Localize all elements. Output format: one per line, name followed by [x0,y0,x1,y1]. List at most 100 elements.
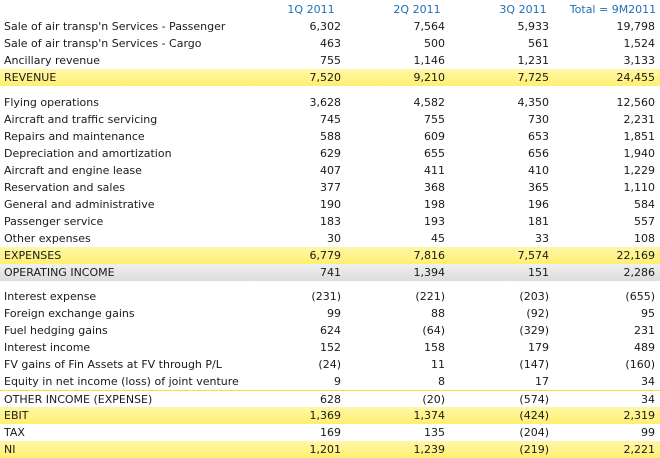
cell-3q-2011: 17 [535,375,549,388]
row-label: Interest income [4,341,91,354]
cell-total-9m2011: 2,231 [623,113,656,126]
cell-total-9m2011: 12,560 [616,96,656,109]
cell-total-9m2011: 584 [634,198,655,211]
row-label: Repairs and maintenance [4,130,145,143]
cell-1q-2011: 7,520 [309,71,342,84]
cell-2q-2011: 7,564 [413,20,446,33]
row-label: Passenger service [4,215,104,228]
cell-total-9m2011: (655) [625,290,655,303]
row-label: Aircraft and traffic servicing [4,113,158,126]
cell-3q-2011: 7,574 [517,249,550,262]
cell-1q-2011: 6,302 [309,20,342,33]
cell-2q-2011: 158 [424,341,445,354]
table-row-depreciation-and-amortization: Depreciation and amortization 629 655 656 1,… [0,145,660,162]
table-row-ni: NI 1,201 1,239 (219) 2,221 [0,441,660,458]
header-row: 1Q 2011 2Q 2011 3Q 2011 Total = 9M2011 [0,1,660,18]
cell-3q-2011: 1,231 [517,54,550,67]
cell-1q-2011: 1,201 [309,443,342,456]
cell-1q-2011: 183 [320,215,341,228]
cell-total-9m2011: 2,319 [623,409,656,422]
cell-1q-2011: 30 [327,232,341,245]
row-label: Sale of air transp'n Services - Cargo [4,37,202,50]
cell-3q-2011: 5,933 [517,20,550,33]
cell-total-9m2011: 489 [634,341,655,354]
table-row-reservation-and-sales: Reservation and sales 377 368 365 1,110 [0,179,660,196]
cell-total-9m2011: 24,455 [616,71,656,84]
cell-2q-2011: 755 [424,113,445,126]
cell-2q-2011: 9,210 [413,71,446,84]
row-label: Equity in net income (loss) of joint ven… [4,375,239,388]
cell-2q-2011: 1,239 [413,443,446,456]
cell-total-9m2011: 1,229 [623,164,656,177]
cell-3q-2011: 365 [528,181,549,194]
cell-2q-2011: 609 [424,130,445,143]
cell-2q-2011: (221) [415,290,445,303]
cell-2q-2011: 368 [424,181,445,194]
table-row-foreign-exchange-gains: Foreign exchange gains 99 88 (92) 95 [0,305,660,322]
cell-3q-2011: (219) [519,443,549,456]
cell-2q-2011: 1,374 [413,409,446,422]
table-row-revenue: REVENUE 7,520 9,210 7,725 24,455 [0,69,660,86]
table-row-operating-income: OPERATING INCOME 741 1,394 151 2,286 [0,264,660,281]
cell-2q-2011: 88 [431,307,445,320]
row-label: Ancillary revenue [4,54,101,67]
cell-total-9m2011: 34 [641,393,655,406]
cell-total-9m2011: 557 [634,215,655,228]
table-row-passenger-service: Passenger service 183 193 181 557 [0,213,660,230]
cell-total-9m2011: 2,221 [623,443,656,456]
cell-1q-2011: 588 [320,130,341,143]
table-row-general-and-administrative: General and administrative 190 198 196 584 [0,196,660,213]
cell-1q-2011: 463 [320,37,341,50]
cell-total-9m2011: 99 [641,426,655,439]
row-label: TAX [4,426,25,439]
cell-3q-2011: 653 [528,130,549,143]
row-label: REVENUE [4,71,57,84]
cell-2q-2011: 11 [431,358,445,371]
cell-1q-2011: 745 [320,113,341,126]
cell-3q-2011: 196 [528,198,549,211]
cell-3q-2011: 656 [528,147,549,160]
cell-3q-2011: 730 [528,113,549,126]
row-label: Reservation and sales [4,181,125,194]
cell-total-9m2011: 1,940 [623,147,656,160]
cell-2q-2011: 135 [424,426,445,439]
cell-3q-2011: 151 [528,266,549,279]
cell-total-9m2011: 3,133 [623,54,656,67]
cell-total-9m2011: 22,169 [616,249,656,262]
cell-1q-2011: 629 [320,147,341,160]
cell-3q-2011: 410 [528,164,549,177]
row-label: Interest expense [4,290,97,303]
table-row-interest-expense: Interest expense (231) (221) (203) (655) [0,288,660,305]
cell-3q-2011: (424) [519,409,549,422]
cell-1q-2011: 624 [320,324,341,337]
row-label: FV gains of Fin Assets at FV through P/L [4,358,222,371]
cell-2q-2011: 1,394 [413,266,446,279]
row-label: OTHER INCOME (EXPENSE) [4,393,153,406]
table-row-ancillary-revenue: Ancillary revenue 755 1,146 1,231 3,133 [0,52,660,69]
cell-2q-2011: 7,816 [413,249,446,262]
cell-2q-2011: 500 [424,37,445,50]
row-label: Foreign exchange gains [4,307,135,320]
table-row-expenses: EXPENSES 6,779 7,816 7,574 22,169 [0,247,660,264]
cell-1q-2011: 3,628 [309,96,342,109]
cell-2q-2011: (20) [422,393,445,406]
cell-1q-2011: 6,779 [309,249,342,262]
header-2q-2011: 2Q 2011 [393,3,441,16]
cell-total-9m2011: 231 [634,324,655,337]
cell-1q-2011: 190 [320,198,341,211]
row-label: NI [4,443,16,456]
cell-1q-2011: 169 [320,426,341,439]
cell-2q-2011: (64) [422,324,445,337]
cell-1q-2011: 377 [320,181,341,194]
header-3q-2011: 3Q 2011 [499,3,547,16]
cell-1q-2011: 407 [320,164,341,177]
cell-3q-2011: (574) [519,393,549,406]
cell-3q-2011: (92) [526,307,549,320]
row-label: General and administrative [4,198,155,211]
cell-total-9m2011: 2,286 [623,266,656,279]
table-row-interest-income: Interest income 152 158 179 489 [0,339,660,356]
table-row-equity-in-net-income-loss-of-joint-venture: Equity in net income (loss) of joint ven… [0,373,660,390]
cell-1q-2011: 1,369 [309,409,342,422]
cell-total-9m2011: 1,110 [623,181,656,194]
header-1q-2011: 1Q 2011 [287,3,335,16]
